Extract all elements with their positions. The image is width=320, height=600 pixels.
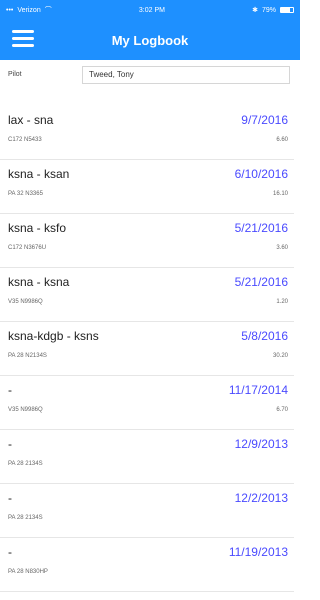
entry-aircraft: PA 28 2134S [8,515,43,521]
entry-date: 5/21/2016 [234,221,288,235]
hamburger-bar [12,44,34,47]
entry-route: ksna-kdgb - ksns [8,329,99,343]
entry-aircraft: C172 N3676U [8,245,47,251]
logbook-entry-row[interactable]: ksna - ksan 6/10/2016 PA 32 N3365 16.10 [0,160,294,214]
bluetooth-icon: ✱ [252,7,258,14]
entry-hours: 6.70 [276,407,288,413]
entry-route: - [8,491,12,505]
entry-aircraft: V35 N9986Q [8,299,43,305]
entry-date: 5/21/2016 [234,275,288,289]
entry-aircraft: C172 N5433 [8,137,42,143]
entry-date: 12/9/2013 [234,437,288,451]
app-header: My Logbook [0,20,300,60]
entry-route: ksna - ksfo [8,221,67,235]
logbook-list: lax - sna 9/7/2016 C172 N5433 6.60 ksna - ks… [0,106,300,592]
logbook-entry-row[interactable]: - 11/17/2014 V35 N9986Q 6.70 [0,376,294,430]
entry-route: - [8,383,12,397]
logbook-entry-row[interactable]: - 12/9/2013 PA 28 2134S [0,430,294,484]
entry-aircraft: PA 28 N2134S [8,353,47,359]
entry-date: 5/8/2016 [241,329,288,343]
battery-percent: 79% [261,6,276,14]
entry-route: - [8,437,12,451]
logbook-entry-row[interactable]: - 11/19/2013 PA 28 N830HP [0,538,294,592]
pilot-filter-label: Pilot [8,71,22,78]
status-left: ••• Verizon ⌒ [6,5,52,15]
entry-date: 12/2/2013 [234,491,288,505]
hamburger-menu-icon[interactable] [12,30,34,48]
battery-icon [280,7,294,13]
entry-aircraft: PA 28 2134S [8,461,43,467]
logbook-entry-row[interactable]: ksna - ksfo 5/21/2016 C172 N3676U 3.60 [0,214,294,268]
wifi-icon: ⌒ [44,7,52,14]
entry-hours: 1.20 [276,299,288,305]
entry-aircraft: PA 28 N830HP [8,569,48,575]
logbook-entry-row[interactable]: lax - sna 9/7/2016 C172 N5433 6.60 [0,106,294,160]
entry-route: ksna - ksna [8,275,70,289]
entry-date: 9/7/2016 [241,113,288,127]
logbook-entry-row[interactable]: ksna - ksna 5/21/2016 V35 N9986Q 1.20 [0,268,294,322]
entry-hours: 3.60 [276,245,288,251]
pilot-filter-row: Pilot Tweed, Tony [0,62,300,90]
entry-route: ksna - ksan [8,167,70,181]
hamburger-bar [12,30,34,33]
entry-hours: 6.60 [276,137,288,143]
entry-aircraft: V35 N9986Q [8,407,43,413]
signal-icon: ••• [6,6,14,14]
entry-date: 6/10/2016 [234,167,288,181]
entry-date: 11/19/2013 [228,545,288,559]
entry-hours: 16.10 [272,191,288,197]
status-bar: ••• Verizon ⌒ 3:02 PM ✱ 79% [0,0,300,20]
pilot-filter-input[interactable]: Tweed, Tony [82,66,290,84]
carrier-label: Verizon [17,6,41,14]
status-right: ✱ 79% [252,6,294,14]
entry-route: - [8,545,12,559]
hamburger-bar [12,37,34,40]
entry-aircraft: PA 32 N3365 [8,191,43,197]
entry-date: 11/17/2014 [228,383,288,397]
logbook-entry-row[interactable]: ksna-kdgb - ksns 5/8/2016 PA 28 N2134S 30.2… [0,322,294,376]
entry-hours: 30.20 [272,353,288,359]
entry-route: lax - sna [8,113,54,127]
page-title: My Logbook [111,32,189,48]
battery-fill [281,8,291,12]
logbook-entry-row[interactable]: - 12/2/2013 PA 28 2134S [0,484,294,538]
status-time: 3:02 PM [138,6,165,14]
